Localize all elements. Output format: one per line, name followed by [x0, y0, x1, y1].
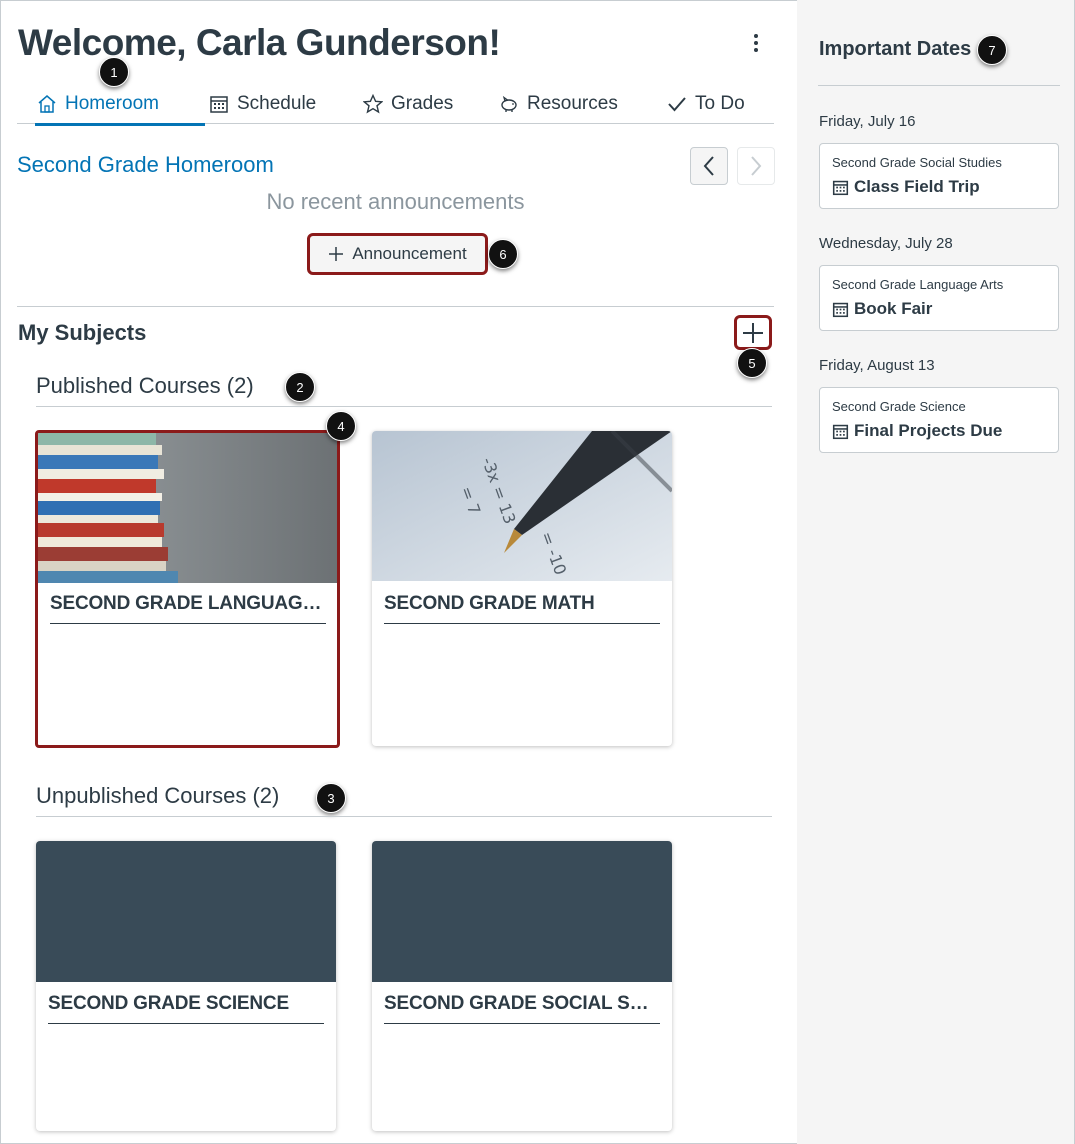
plus-icon — [329, 247, 344, 261]
course-card-image: -3x = 13 = 7 = -10 — [372, 431, 672, 581]
callout-marker: 7 — [977, 35, 1007, 65]
page-title: Welcome, Carla Gunderson! — [18, 22, 501, 63]
important-date-label: Friday, August 13 — [819, 357, 935, 374]
divider — [818, 85, 1060, 86]
calendar-icon — [832, 180, 849, 195]
tab-grades[interactable]: Grades — [361, 84, 455, 124]
checkmark-icon — [668, 97, 686, 112]
important-dates-sidebar: Important Dates 7 Friday, July 16 Second… — [797, 0, 1074, 1144]
star-icon — [363, 94, 383, 114]
chevron-left-icon — [703, 156, 714, 176]
important-date-event: Book Fair — [832, 299, 932, 319]
course-card-title: SECOND GRADE SOCIAL STUDIES — [384, 993, 660, 1024]
add-announcement-button[interactable]: Announcement — [307, 233, 488, 275]
course-card-science[interactable]: SECOND GRADE SCIENCE — [36, 841, 336, 1131]
callout-marker: 2 — [285, 372, 315, 402]
my-subjects-heading: My Subjects — [18, 320, 147, 345]
course-card-title: SECOND GRADE LANGUAGE ARTS — [50, 593, 326, 624]
course-card-math[interactable]: -3x = 13 = 7 = -10 SECOND GRADE MATH — [372, 431, 672, 746]
plus-icon — [743, 322, 763, 343]
important-date-event: Final Projects Due — [832, 421, 1002, 441]
published-courses-heading: Published Courses (2) — [36, 373, 254, 398]
course-card-color-block — [36, 841, 336, 982]
tab-label: Grades — [391, 93, 454, 114]
previous-announcement-button[interactable] — [690, 147, 728, 185]
unpublished-courses-heading: Unpublished Courses (2) — [36, 783, 280, 808]
pen-on-math-worksheet-image: -3x = 13 = 7 = -10 — [372, 431, 672, 581]
important-date-course: Second Grade Language Arts — [832, 277, 1004, 292]
homeroom-course-link[interactable]: Second Grade Homeroom — [17, 152, 274, 178]
important-date-item[interactable]: Second Grade Science Final Projects Due — [819, 387, 1059, 453]
course-card-title: SECOND GRADE SCIENCE — [48, 993, 324, 1024]
tab-label: Homeroom — [65, 93, 159, 114]
course-card-image — [38, 433, 337, 583]
tab-homeroom[interactable]: Homeroom — [35, 84, 205, 126]
important-date-item[interactable]: Second Grade Social Studies Class Field … — [819, 143, 1059, 209]
tab-schedule[interactable]: Schedule — [207, 84, 318, 124]
course-card-social-studies[interactable]: SECOND GRADE SOCIAL STUDIES — [372, 841, 672, 1131]
important-date-event-title: Class Field Trip — [854, 177, 980, 196]
tab-to-do[interactable]: To Do — [665, 84, 747, 124]
more-options-button[interactable] — [746, 32, 766, 56]
important-date-event-title: Book Fair — [854, 299, 933, 318]
tab-label: To Do — [695, 93, 745, 114]
course-card-color-block — [372, 841, 672, 982]
tab-resources[interactable]: Resources — [497, 84, 620, 124]
important-date-course: Second Grade Social Studies — [832, 155, 1002, 170]
home-icon — [38, 95, 56, 113]
calendar-icon — [832, 424, 849, 439]
add-subject-button[interactable] — [734, 315, 772, 350]
piggy-bank-icon — [501, 95, 517, 112]
course-card-language-arts[interactable]: SECOND GRADE LANGUAGE ARTS — [35, 430, 340, 748]
callout-marker: 3 — [316, 783, 346, 813]
kebab-dot-icon — [754, 48, 758, 52]
important-dates-heading: Important Dates — [819, 38, 972, 60]
no-announcements-text: No recent announcements — [266, 189, 525, 214]
callout-marker: 5 — [737, 348, 767, 378]
important-date-item[interactable]: Second Grade Language Arts Book Fair — [819, 265, 1059, 331]
divider — [36, 406, 772, 407]
main-content: Welcome, Carla Gunderson! Homeroom Sched… — [0, 0, 797, 1144]
divider — [17, 306, 774, 307]
tab-bar: Homeroom Schedule Grades Resources To Do — [17, 84, 774, 126]
important-date-event: Class Field Trip — [832, 177, 980, 197]
divider — [36, 816, 772, 817]
stacked-books-image — [38, 433, 337, 583]
callout-marker: 1 — [99, 57, 129, 87]
calendar-icon — [210, 96, 228, 113]
important-date-label: Friday, July 16 — [819, 113, 916, 130]
tab-label: Resources — [527, 93, 618, 114]
callout-marker: 4 — [326, 411, 356, 441]
important-date-event-title: Final Projects Due — [854, 421, 1003, 440]
tab-label: Schedule — [237, 93, 317, 114]
kebab-dot-icon — [754, 41, 758, 45]
course-card-title: SECOND GRADE MATH — [384, 593, 660, 624]
important-date-label: Wednesday, July 28 — [819, 235, 953, 252]
kebab-dot-icon — [754, 34, 758, 38]
announcement-button-label: Announcement — [352, 244, 467, 263]
calendar-icon — [832, 302, 849, 317]
callout-marker: 6 — [488, 239, 518, 269]
chevron-right-icon — [751, 156, 762, 176]
next-announcement-button[interactable] — [737, 147, 775, 185]
important-date-course: Second Grade Science — [832, 399, 966, 414]
